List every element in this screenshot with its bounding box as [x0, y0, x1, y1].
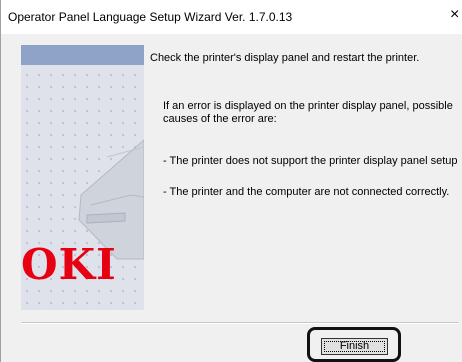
- title-bar: Operator Panel Language Setup Wizard Ver…: [1, 0, 462, 34]
- finish-button[interactable]: Finish: [321, 338, 388, 355]
- close-icon[interactable]: ×: [450, 7, 459, 23]
- cause-item: - The printer does not support the print…: [163, 155, 458, 167]
- instruction-headline: Check the printer's display panel and re…: [150, 52, 420, 64]
- error-intro-text: If an error is displayed on the printer …: [163, 100, 453, 125]
- wizard-panel: OKI Check the printer's display panel an…: [1, 34, 462, 362]
- oki-logo: OKI: [21, 240, 117, 289]
- window-title: Operator Panel Language Setup Wizard Ver…: [8, 10, 293, 24]
- cause-item: - The printer and the computer are not c…: [163, 186, 450, 198]
- wizard-side-image: OKI: [21, 45, 144, 310]
- footer-separator: [21, 322, 459, 324]
- wizard-window: Operator Panel Language Setup Wizard Ver…: [0, 0, 462, 362]
